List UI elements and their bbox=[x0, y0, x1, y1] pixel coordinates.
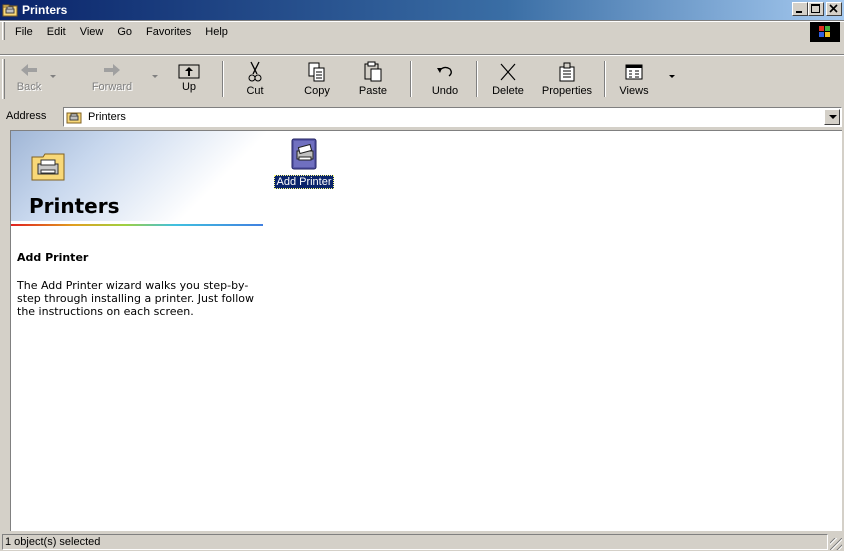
menu-help[interactable]: Help bbox=[198, 23, 235, 41]
copy-label: Copy bbox=[304, 85, 330, 97]
add-printer-item[interactable]: Add Printer bbox=[271, 137, 337, 189]
menubar-grip[interactable] bbox=[2, 22, 5, 40]
views-label: Views bbox=[619, 85, 649, 97]
properties-label: Properties bbox=[541, 85, 593, 97]
maximize-button[interactable] bbox=[808, 2, 824, 16]
forward-dropdown-arrow[interactable] bbox=[152, 75, 158, 78]
copy-button[interactable]: Copy bbox=[300, 57, 334, 103]
delete-label: Delete bbox=[492, 85, 524, 97]
menu-file[interactable]: File bbox=[8, 23, 40, 41]
delete-button[interactable]: Delete bbox=[488, 57, 528, 103]
standard-toolbar: Back Forward Up Cut Copy Paste Undo Dele… bbox=[0, 57, 844, 103]
views-button[interactable]: Views bbox=[616, 57, 652, 103]
back-dropdown-arrow[interactable] bbox=[50, 75, 56, 78]
close-button[interactable] bbox=[826, 2, 842, 16]
undo-icon bbox=[437, 66, 452, 77]
menu-separator-bottom bbox=[0, 54, 844, 56]
address-dropdown-button[interactable] bbox=[824, 109, 840, 125]
windows-logo-icon bbox=[810, 22, 840, 42]
printers-folder-icon bbox=[2, 2, 18, 18]
toolbar-separator bbox=[604, 61, 606, 97]
folder-content-area[interactable]: Printers Add Printer The Add Printer wiz… bbox=[10, 130, 842, 531]
properties-icon bbox=[559, 62, 575, 82]
address-bar: Address Printers bbox=[0, 106, 844, 128]
web-view-rule bbox=[11, 224, 263, 226]
cut-label: Cut bbox=[246, 85, 264, 97]
paste-button[interactable]: Paste bbox=[356, 57, 390, 103]
back-button[interactable]: Back bbox=[14, 57, 44, 103]
add-printer-icon bbox=[291, 138, 317, 170]
menu-view[interactable]: View bbox=[73, 23, 111, 41]
paste-label: Paste bbox=[358, 85, 388, 97]
views-dropdown-arrow[interactable] bbox=[669, 75, 675, 78]
title-bar[interactable]: Printers bbox=[0, 0, 844, 20]
web-view-title: Printers bbox=[29, 194, 120, 218]
menu-edit[interactable]: Edit bbox=[40, 23, 73, 41]
scissors-icon bbox=[248, 61, 262, 82]
paste-icon bbox=[364, 61, 382, 82]
up-button[interactable]: Up bbox=[174, 57, 204, 103]
menu-bar: File Edit View Go Favorites Help bbox=[0, 22, 844, 42]
web-view-subtitle: Add Printer bbox=[17, 251, 89, 264]
address-value: Printers bbox=[88, 111, 126, 123]
web-view-description: The Add Printer wizard walks you step-by… bbox=[17, 279, 254, 318]
forward-arrow-icon bbox=[104, 64, 120, 76]
resize-grip-icon[interactable] bbox=[830, 538, 842, 550]
status-bar: 1 object(s) selected bbox=[0, 533, 844, 551]
status-panel: 1 object(s) selected bbox=[2, 534, 828, 550]
views-icon bbox=[625, 64, 643, 80]
forward-button[interactable]: Forward bbox=[90, 57, 134, 103]
undo-button[interactable]: Undo bbox=[428, 57, 462, 103]
back-label: Back bbox=[16, 81, 42, 93]
properties-button[interactable]: Properties bbox=[538, 57, 596, 103]
maximize-icon bbox=[811, 4, 820, 13]
undo-label: Undo bbox=[431, 85, 459, 97]
cut-button[interactable]: Cut bbox=[240, 57, 270, 103]
menu-favorites[interactable]: Favorites bbox=[139, 23, 198, 41]
minimize-icon bbox=[796, 11, 802, 13]
up-folder-icon bbox=[178, 64, 200, 79]
toolbar-separator bbox=[476, 61, 478, 97]
back-arrow-icon bbox=[21, 64, 37, 76]
toolbar-separator bbox=[222, 61, 224, 97]
copy-icon bbox=[308, 62, 325, 82]
status-text: 1 object(s) selected bbox=[5, 536, 101, 548]
minimize-button[interactable] bbox=[792, 2, 808, 16]
toolbar-separator bbox=[410, 61, 412, 97]
address-label: Address bbox=[6, 110, 47, 122]
up-label: Up bbox=[181, 81, 197, 93]
address-input[interactable]: Printers bbox=[63, 107, 842, 127]
forward-label: Forward bbox=[91, 81, 133, 93]
printers-folder-icon bbox=[31, 151, 65, 181]
menu-go[interactable]: Go bbox=[110, 23, 139, 41]
close-icon bbox=[829, 4, 838, 13]
window-title: Printers bbox=[22, 3, 68, 17]
printers-folder-icon bbox=[66, 110, 82, 124]
add-printer-label: Add Printer bbox=[274, 175, 334, 189]
delete-x-icon bbox=[500, 63, 516, 81]
toolbar-grip[interactable] bbox=[2, 59, 5, 99]
web-view-panel: Printers Add Printer The Add Printer wiz… bbox=[11, 131, 266, 531]
